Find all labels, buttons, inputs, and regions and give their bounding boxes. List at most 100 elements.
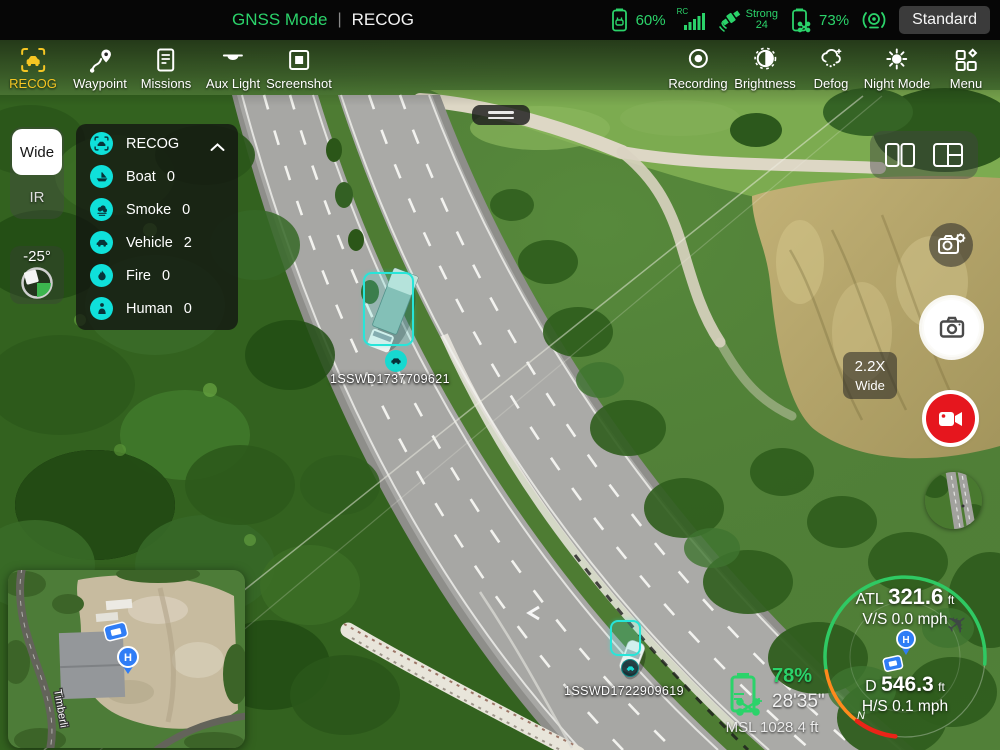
distance-label: D [865, 678, 877, 695]
toolbar-waypoint[interactable]: Waypoint [73, 45, 127, 91]
horizontal-speed-readout: H/S 0.1 mph [810, 698, 1000, 716]
rc-signal-status: RC [677, 8, 707, 32]
wide-camera-button[interactable]: Wide [12, 129, 62, 175]
camera-lens-selector: Wide IR [10, 127, 64, 219]
waypoint-icon [85, 45, 115, 75]
toolbar-defog[interactable]: Defog [814, 45, 849, 91]
flight-mode-button[interactable]: Standard [899, 6, 990, 34]
fire-icon [90, 264, 113, 287]
toolbar-missions[interactable]: Missions [141, 45, 192, 91]
record-button[interactable] [926, 394, 975, 443]
camera-mode-label: RECOG [352, 10, 414, 30]
recog-panel: RECOG Boat 0 Smoke [76, 124, 238, 330]
toolbar-recording-label: Recording [668, 76, 727, 91]
detection-id-label: 1SSWD1737709621 [330, 372, 450, 386]
toolbar-screenshot-label: Screenshot [266, 76, 332, 91]
drone-battery-large-value: 78% [772, 665, 812, 688]
photo-camera-icon [937, 313, 967, 343]
recog-row-fire[interactable]: Fire 0 [76, 259, 238, 292]
gnss-mode-label: GNSS Mode [232, 10, 327, 30]
telemetry-readout: ATL 321.6 ft V/S 0.0 mph D 546.3 ft H/S … [810, 584, 1000, 716]
recog-row-label: Human [126, 301, 173, 317]
camera-settings-icon [934, 228, 968, 262]
detection-id-label: 1SSWD1722909619 [564, 684, 684, 698]
camera-settings-button[interactable] [929, 223, 973, 267]
toolbar-menu[interactable]: Menu [950, 45, 983, 91]
human-icon [90, 297, 113, 320]
media-gallery-thumbnail[interactable] [925, 472, 982, 529]
altitude-readout: ATL 321.6 ft [810, 584, 1000, 610]
detection-badge-vehicle-icon [385, 350, 407, 372]
gimbal-pitch-indicator: -25° [10, 246, 64, 304]
recog-panel-title: RECOG [126, 136, 179, 152]
recog-row-label: Boat [126, 169, 156, 185]
video-camera-icon [938, 409, 964, 429]
mode-separator: | [337, 11, 341, 29]
svg-text:H: H [124, 652, 132, 664]
split-view-icon[interactable] [931, 141, 965, 169]
satellite-count: 24 [756, 20, 768, 31]
msl-altitude: MSL 1028.4 ft [702, 719, 842, 736]
recog-row-count: 2 [184, 235, 192, 251]
recog-icon [18, 45, 48, 75]
recording-icon [683, 45, 713, 75]
zoom-lens: Wide [843, 376, 897, 395]
recog-row-vehicle[interactable]: Vehicle 2 [76, 226, 238, 259]
toolbar-screenshot[interactable]: Screenshot [266, 45, 332, 91]
altitude-unit: ft [948, 593, 955, 607]
mode-readout: GNSS Mode | RECOG [232, 0, 414, 40]
toolbar-menu-label: Menu [950, 76, 983, 91]
smoke-icon [90, 198, 113, 221]
panel-drag-handle[interactable] [472, 105, 530, 125]
satellite-icon [718, 7, 742, 33]
distance-unit: ft [938, 680, 945, 694]
toolbar-missions-label: Missions [141, 76, 192, 91]
recog-row-boat[interactable]: Boat 0 [76, 160, 238, 193]
vertical-speed-readout: V/S 0.0 mph [810, 611, 1000, 629]
gimbal-pitch-value: -25° [10, 248, 64, 265]
defog-icon [816, 45, 846, 75]
shutter-button[interactable] [924, 300, 979, 355]
brightness-icon [750, 45, 780, 75]
detection-badge-vehicle-icon [621, 659, 639, 677]
minimap[interactable]: Timberli H [8, 570, 245, 748]
zoom-indicator[interactable]: 2.2X Wide [843, 352, 897, 399]
top-status-bar: GNSS Mode | RECOG 60% RC [0, 0, 1000, 40]
dual-view-icon[interactable] [883, 141, 917, 169]
toolbar-defog-label: Defog [814, 76, 849, 91]
altitude-value: 321.6 [888, 584, 943, 609]
recog-row-label: Smoke [126, 202, 171, 218]
recog-row-count: 0 [162, 268, 170, 284]
gimbal-tracking-icon [860, 6, 888, 34]
distance-readout: D 546.3 ft [810, 673, 1000, 697]
altitude-label: ATL [856, 591, 884, 608]
toolbar-brightness[interactable]: Brightness [734, 45, 795, 91]
detection-bbox-truck[interactable] [363, 272, 414, 346]
distance-value: 546.3 [881, 673, 934, 696]
recog-row-smoke[interactable]: Smoke 0 [76, 193, 238, 226]
detection-bbox-car[interactable] [610, 620, 641, 656]
toolbar-recording[interactable]: Recording [668, 45, 727, 91]
recog-panel-header[interactable]: RECOG [76, 127, 238, 160]
toolbar-aux-light[interactable]: Aux Light [206, 45, 260, 91]
chevron-up-icon[interactable] [210, 139, 225, 157]
toolbar-night-mode[interactable]: Night Mode [864, 45, 930, 91]
gimbal-attitude-icon [17, 264, 57, 302]
recog-row-human[interactable]: Human 0 [76, 292, 238, 325]
toolbar-recog[interactable]: RECOG [9, 45, 57, 91]
drone-battery-status: 73% [789, 7, 849, 33]
recog-row-count: 0 [182, 202, 190, 218]
recog-row-label: Vehicle [126, 235, 173, 251]
aux-light-icon [218, 45, 248, 75]
toolbar-recog-label: RECOG [9, 76, 57, 91]
recog-row-count: 0 [167, 169, 175, 185]
ir-camera-button[interactable]: IR [10, 183, 64, 211]
toolbar-waypoint-label: Waypoint [73, 76, 127, 91]
gnss-signal-status: Strong 24 [718, 7, 778, 33]
recog-row-count: 0 [184, 301, 192, 317]
boat-icon [90, 165, 113, 188]
recog-category-icon [90, 132, 113, 155]
recog-row-label: Fire [126, 268, 151, 284]
missions-icon [151, 45, 181, 75]
rc-battery-status: 60% [608, 7, 666, 33]
